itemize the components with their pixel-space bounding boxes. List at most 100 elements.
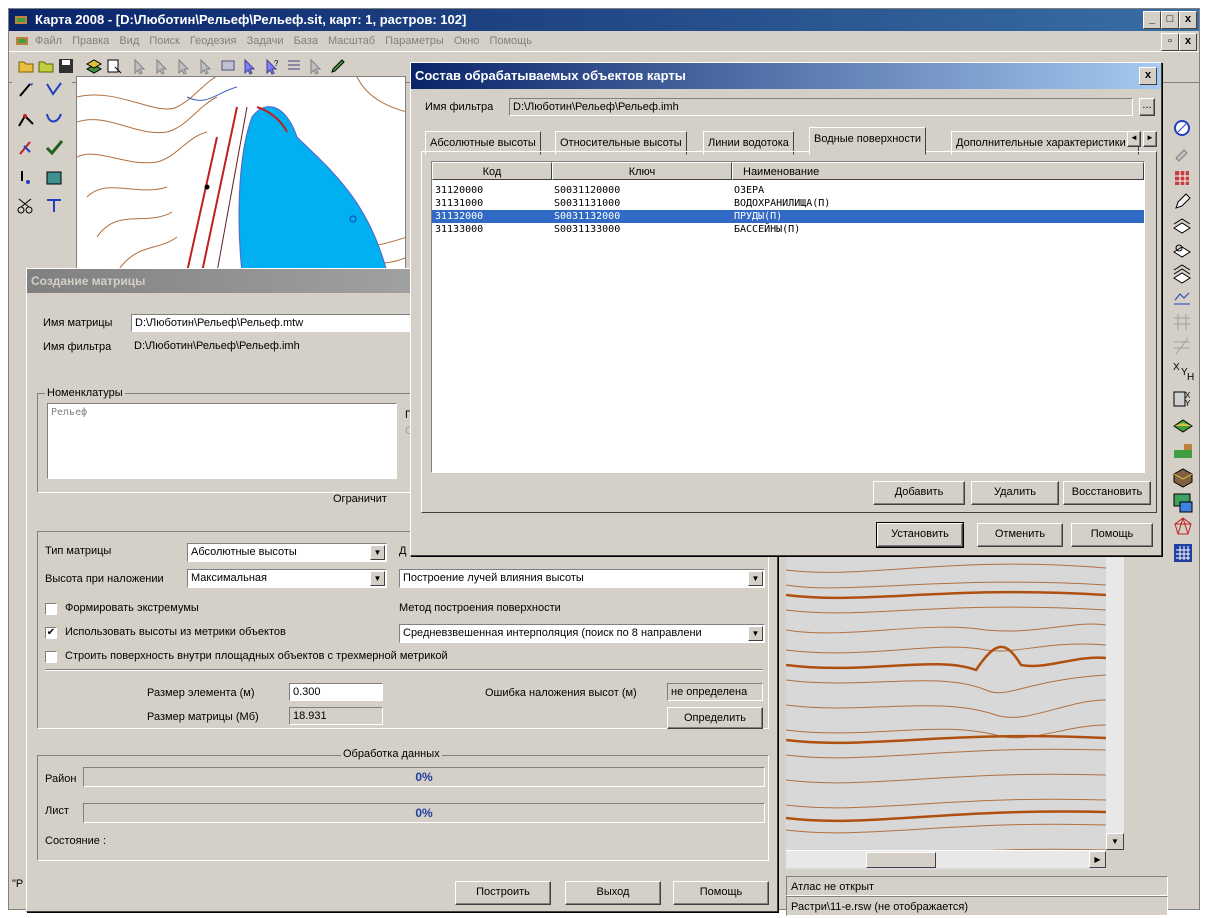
col-key[interactable]: Ключ [552, 162, 732, 180]
nomen-item[interactable]: Рельеф [51, 407, 87, 418]
menu-geodesy[interactable]: Геодезия [190, 35, 237, 47]
menu-tasks[interactable]: Задачи [247, 35, 284, 47]
edit-curve-icon[interactable] [44, 110, 64, 130]
matrix-help-button[interactable]: Помощь [673, 881, 769, 905]
snap-icon[interactable] [16, 138, 36, 158]
build-button[interactable]: Построить [455, 881, 551, 905]
type-combo[interactable]: Абсолютные высоты ▼ [187, 543, 387, 562]
define-button[interactable]: Определить [667, 707, 763, 729]
xy-table-icon[interactable]: XY [1172, 388, 1194, 410]
select-query-icon[interactable]: ? [263, 57, 281, 75]
open-folder-icon[interactable] [17, 57, 35, 75]
select-obj-icon[interactable] [131, 57, 149, 75]
vscroll-down-arrow[interactable]: ▼ [1106, 833, 1124, 850]
add-button[interactable]: Добавить [873, 481, 965, 505]
browse-button[interactable]: ... [1139, 98, 1155, 116]
rays-combo[interactable]: Построение лучей влияния высоты ▼ [399, 569, 765, 588]
map-hscrollbar[interactable]: ▶ [786, 850, 1106, 868]
cancel-button[interactable]: Отменить [977, 523, 1063, 547]
set-button[interactable]: Установить [876, 522, 964, 548]
maximize-button[interactable]: □ [1161, 11, 1179, 29]
table-row[interactable]: 31131000 S0031131000 ВОДОХРАНИЛИЩА(П) [432, 197, 1144, 210]
chevron-down-icon[interactable]: ▼ [370, 571, 385, 586]
tab-scroll-left[interactable]: ◄ [1127, 131, 1141, 147]
split-icon[interactable] [44, 196, 64, 216]
pick-icon[interactable] [1172, 144, 1192, 164]
edit-icon[interactable] [329, 57, 347, 75]
profile-icon[interactable] [1172, 288, 1192, 308]
method-combo[interactable]: Средневзвешенная интерполяция (поиск по … [399, 624, 765, 643]
height-combo[interactable]: Максимальная ▼ [187, 569, 387, 588]
table-row[interactable]: 31120000 S0031120000 ОЗЕРА [432, 184, 1144, 197]
menu-params[interactable]: Параметры [385, 35, 444, 47]
delete-button[interactable]: Удалить [971, 481, 1059, 505]
mdi-close-button[interactable]: x [1179, 33, 1197, 51]
extremes-checkbox[interactable] [45, 603, 57, 615]
select-all-icon[interactable] [197, 57, 215, 75]
select-frame-icon[interactable] [219, 57, 237, 75]
select-add-icon[interactable] [241, 57, 259, 75]
grid-icon[interactable] [1172, 312, 1192, 332]
raster-icon[interactable] [1172, 168, 1192, 188]
hscroll-right-arrow[interactable]: ▶ [1089, 851, 1106, 868]
block-icon[interactable] [1172, 466, 1194, 488]
select-layer-icon[interactable] [175, 57, 193, 75]
menu-file[interactable]: Файл [35, 35, 62, 47]
save-icon[interactable] [57, 57, 75, 75]
hscroll-thumb[interactable] [866, 852, 936, 868]
area-icon[interactable] [44, 168, 64, 188]
compass-icon[interactable] [1172, 118, 1192, 138]
restore-button[interactable]: Восстановить [1063, 481, 1151, 505]
terrain-icon[interactable] [1172, 440, 1194, 462]
map-view-lower[interactable] [786, 540, 1106, 870]
draw-line-icon[interactable] [16, 80, 36, 100]
map-view[interactable] [76, 76, 406, 271]
exit-button[interactable]: Выход [565, 881, 661, 905]
layers-copy-icon[interactable] [1172, 240, 1192, 260]
menu-view[interactable]: Вид [119, 35, 139, 47]
pen-icon[interactable] [1172, 192, 1192, 212]
menu-edit[interactable]: Правка [72, 35, 109, 47]
mdi-restore-button[interactable]: ▫ [1161, 33, 1179, 51]
deselect-icon[interactable] [307, 57, 325, 75]
col-name[interactable]: Наименование [732, 162, 1144, 180]
elem-size-field[interactable]: 0.300 [289, 683, 383, 701]
select-region-icon[interactable] [153, 57, 171, 75]
surface-checkbox[interactable] [45, 651, 57, 663]
table-row-selected[interactable]: 31132000 S0031132000 ПРУДЫ(П) [432, 210, 1144, 223]
chevron-down-icon[interactable]: ▼ [748, 571, 763, 586]
use-heights-checkbox[interactable]: ✔ [45, 627, 57, 639]
menu-scale[interactable]: Масштаб [328, 35, 375, 47]
point-icon[interactable] [16, 168, 36, 188]
edit-vertex-icon[interactable] [16, 110, 36, 130]
calculator-icon[interactable] [1172, 542, 1194, 564]
layers-icon[interactable] [85, 57, 103, 75]
cut-icon[interactable] [16, 196, 36, 216]
open-map-icon[interactable] [37, 57, 55, 75]
props-icon[interactable] [105, 57, 123, 75]
layers-3d-icon[interactable] [1172, 216, 1192, 236]
menu-base[interactable]: База [294, 35, 318, 47]
table-row[interactable]: 31133000 S0031133000 БАССЕЙНЫ(П) [432, 223, 1144, 236]
menu-search[interactable]: Поиск [149, 35, 179, 47]
surface-icon[interactable] [1172, 414, 1194, 436]
map-vscrollbar[interactable]: ▼ [1106, 540, 1124, 850]
xy-coord-icon[interactable]: XYH [1172, 360, 1196, 384]
stack-icon[interactable] [1172, 264, 1192, 284]
draw-polyline-icon[interactable] [44, 80, 64, 100]
image-icon[interactable] [1172, 492, 1194, 514]
tab-scroll-right[interactable]: ► [1143, 131, 1157, 147]
minimize-button[interactable]: _ [1143, 11, 1161, 29]
nomen-list[interactable]: Рельеф [47, 403, 397, 479]
chevron-down-icon[interactable]: ▼ [370, 545, 385, 560]
check-icon[interactable] [44, 138, 64, 158]
objects-close-button[interactable]: x [1139, 67, 1157, 85]
list-icon[interactable] [285, 57, 303, 75]
close-button[interactable]: x [1179, 11, 1197, 29]
chevron-down-icon[interactable]: ▼ [748, 626, 763, 641]
network-icon[interactable] [1172, 516, 1194, 538]
col-code[interactable]: Код [432, 162, 552, 180]
objects-help-button[interactable]: Помощь [1071, 523, 1153, 547]
cross-grid-icon[interactable] [1172, 336, 1192, 356]
menu-help[interactable]: Помощь [489, 35, 532, 47]
